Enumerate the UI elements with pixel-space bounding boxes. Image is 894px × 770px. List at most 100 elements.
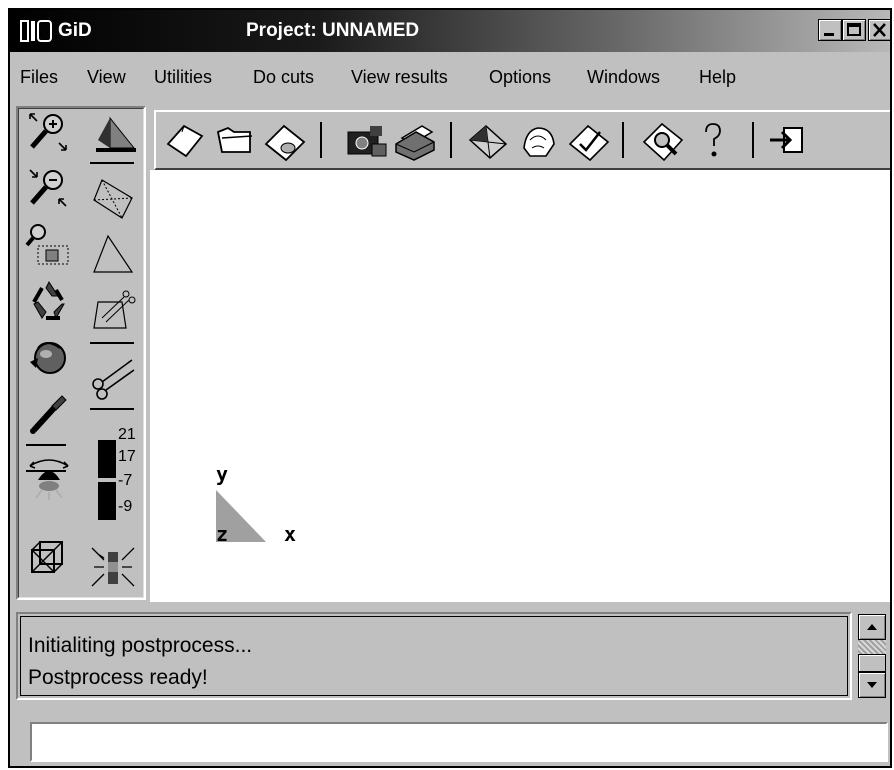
legend-value: -7 xyxy=(118,472,133,489)
vector-button[interactable] xyxy=(88,544,138,590)
message-area: Initialiting postprocess... Postprocess … xyxy=(16,612,852,700)
scissors-icon xyxy=(92,359,135,400)
menu-help[interactable]: Help xyxy=(699,67,736,88)
close-icon xyxy=(873,23,886,37)
postprocess-button[interactable] xyxy=(516,118,562,164)
zoom-out-icon xyxy=(29,169,67,207)
zoom-frame-button[interactable] xyxy=(24,222,74,268)
scroll-thumb[interactable] xyxy=(858,654,886,672)
menu-windows[interactable]: Windows xyxy=(587,67,660,88)
minimize-icon xyxy=(824,33,834,36)
render-wireframe-icon xyxy=(93,179,133,219)
postprocess-icon xyxy=(523,127,555,157)
message-scrollbar[interactable] xyxy=(858,614,888,698)
snapshot-icon xyxy=(347,126,387,157)
separator xyxy=(450,122,452,158)
render-flat-icon xyxy=(93,234,134,273)
separator xyxy=(622,122,624,158)
render-solid-icon xyxy=(96,116,136,152)
command-input[interactable] xyxy=(30,722,888,762)
menu-utilities[interactable]: Utilities xyxy=(154,67,212,88)
preprocess-icon xyxy=(468,124,508,160)
exit-icon xyxy=(770,127,803,153)
rotate-icon xyxy=(30,342,66,374)
title-bar[interactable]: GiD Project: UNNAMED xyxy=(10,10,890,52)
exit-button[interactable] xyxy=(766,118,812,164)
redraw-icon xyxy=(32,280,65,320)
close-button[interactable] xyxy=(868,19,890,41)
menu-options[interactable]: Options xyxy=(489,67,551,88)
light-button[interactable] xyxy=(24,456,74,502)
separator xyxy=(320,122,322,158)
preprocess-button[interactable] xyxy=(466,118,512,164)
render-box-icon xyxy=(31,541,63,573)
separator xyxy=(26,444,66,446)
menu-files[interactable]: Files xyxy=(20,67,58,88)
menu-view-results[interactable]: View results xyxy=(351,67,448,88)
view-icon xyxy=(642,122,684,162)
new-icon xyxy=(166,124,204,158)
check-button[interactable] xyxy=(566,118,612,164)
rotate-button[interactable] xyxy=(24,334,74,380)
message-line: Postprocess ready! xyxy=(28,666,208,689)
arrow-down-icon xyxy=(867,682,877,688)
message-line: Initialiting postprocess... xyxy=(28,634,253,657)
gid-logo-icon xyxy=(20,20,52,42)
help-icon xyxy=(705,123,721,157)
top-toolbar xyxy=(154,110,890,170)
contour-legend[interactable]: 21 17 -7 -9 xyxy=(88,426,144,542)
scissors-button[interactable] xyxy=(88,354,138,400)
open-button[interactable] xyxy=(212,118,258,164)
cut-plane-button[interactable] xyxy=(88,288,138,334)
separator xyxy=(752,122,754,158)
snapshot-button[interactable] xyxy=(342,118,388,164)
axis-z-label: z xyxy=(216,522,229,546)
light-icon xyxy=(29,459,69,500)
arrow-up-icon xyxy=(867,624,877,630)
legend-value: -9 xyxy=(118,498,133,515)
new-button[interactable] xyxy=(162,118,208,164)
zoom-out-button[interactable] xyxy=(24,166,74,212)
axis-y-label: y xyxy=(216,462,229,486)
zoom-frame-icon xyxy=(25,224,69,265)
pan-button[interactable] xyxy=(24,390,74,436)
legend-value: 17 xyxy=(118,448,136,465)
maximize-button[interactable] xyxy=(842,19,866,41)
separator xyxy=(90,408,134,410)
print-icon xyxy=(395,125,435,161)
redraw-button[interactable] xyxy=(24,278,74,324)
view-button[interactable] xyxy=(640,118,686,164)
separator xyxy=(90,342,134,344)
render-wireframe-button[interactable] xyxy=(88,176,138,222)
check-icon xyxy=(568,124,610,162)
menu-view[interactable]: View xyxy=(87,67,126,88)
zoom-in-button[interactable] xyxy=(24,110,74,156)
maximize-icon xyxy=(847,23,861,36)
graphics-canvas[interactable]: y z x xyxy=(150,170,890,602)
cut-plane-icon xyxy=(93,290,136,329)
print-button[interactable] xyxy=(392,118,438,164)
save-button[interactable] xyxy=(262,118,308,164)
window-title: Project: UNNAMED xyxy=(246,20,420,41)
menu-do-cuts[interactable]: Do cuts xyxy=(253,67,314,88)
help-button[interactable] xyxy=(690,118,736,164)
minimize-button[interactable] xyxy=(818,19,842,41)
separator xyxy=(90,162,134,164)
render-flat-button[interactable] xyxy=(88,232,138,278)
scroll-up-button[interactable] xyxy=(858,614,886,640)
menu-bar: Files View Utilities Do cuts View result… xyxy=(10,52,890,92)
zoom-in-icon xyxy=(29,113,67,151)
scroll-down-button[interactable] xyxy=(858,672,886,698)
gid-window: GiD Project: UNNAMED Files View Utilitie… xyxy=(8,8,892,768)
separator xyxy=(26,470,66,472)
render-solid-button[interactable] xyxy=(88,110,138,156)
save-icon xyxy=(264,124,306,162)
vector-icon xyxy=(91,547,135,587)
left-toolbar: 21 17 -7 -9 xyxy=(16,106,146,600)
pan-icon xyxy=(30,395,67,434)
axis-x-label: x xyxy=(284,522,297,546)
render-box-button[interactable] xyxy=(24,536,74,582)
legend-value: 21 xyxy=(118,426,136,443)
app-name: GiD xyxy=(58,20,92,41)
open-icon xyxy=(216,126,253,153)
